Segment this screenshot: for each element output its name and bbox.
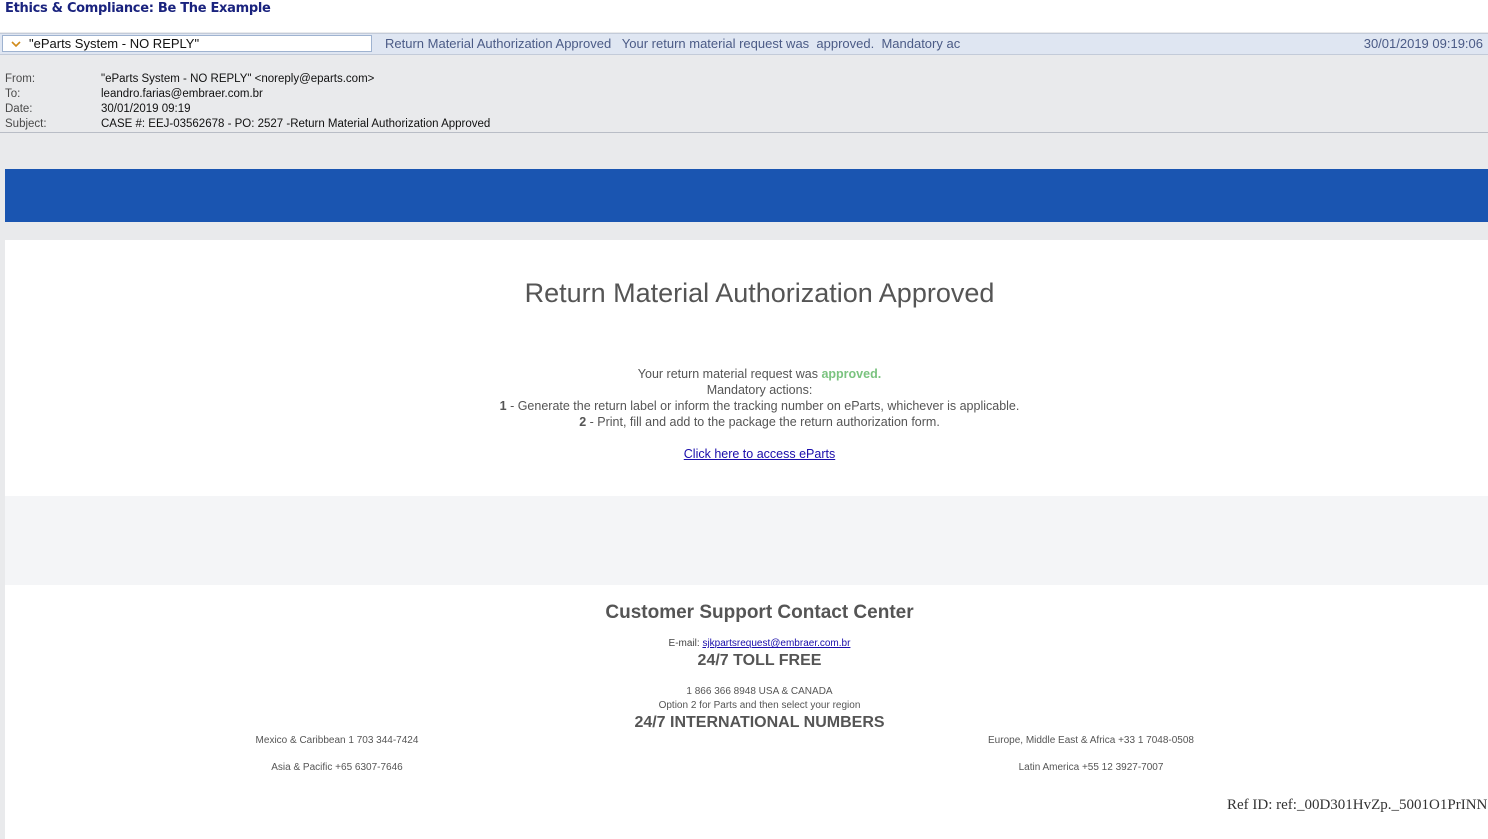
- status-line: Your return material request was approve…: [5, 366, 1488, 382]
- to-value[interactable]: leandro.farias@embraer.com.br: [101, 88, 263, 100]
- date-value: 30/01/2019 09:19: [101, 103, 191, 115]
- footer-email-line: E-mail: sjkpartsrequest@embraer.com.br: [5, 638, 1488, 649]
- international-heading: 24/7 INTERNATIONAL NUMBERS: [634, 714, 885, 731]
- subject-value: CASE #: EEJ-03562678 - PO: 2527 -Return …: [101, 118, 491, 130]
- email-headers: From: "eParts System - NO REPLY" <norepl…: [0, 70, 1488, 133]
- window-header: Ethics & Compliance: Be The Example: [0, 0, 1488, 32]
- action-item-2: 2 - Print, fill and add to the package t…: [5, 414, 1488, 430]
- from-label: From:: [5, 73, 36, 85]
- option-text: Option 2 for Parts and then select your …: [658, 700, 861, 711]
- email-title: Return Material Authorization Approved: [524, 278, 995, 308]
- reference-id: Ref ID: ref:_00D301HvZp._5001O1PrINN: [1227, 797, 1488, 813]
- eparts-link[interactable]: Click here to access eParts: [684, 447, 835, 461]
- message-preview: Return Material Authorization Approved Y…: [385, 36, 961, 51]
- message-sender: "eParts System - NO REPLY": [29, 36, 200, 51]
- mexico-number: Mexico & Caribbean 1 703 344-7424: [255, 735, 419, 746]
- status-prefix: Your return material request was: [637, 367, 822, 381]
- latam-number: Latin America +55 12 3927-7007: [1018, 762, 1164, 773]
- from-value[interactable]: "eParts System - NO REPLY" <noreply@epar…: [101, 73, 374, 85]
- message-datetime: 30/01/2019 09:19:06: [1363, 36, 1483, 51]
- footer-title: Customer Support Contact Center: [605, 602, 914, 623]
- chevron-down-icon[interactable]: [9, 37, 23, 51]
- europe-number: Europe, Middle East & Africa +33 1 7048-…: [988, 735, 1194, 746]
- asia-number: Asia & Pacific +65 6307-7646: [271, 762, 403, 773]
- support-email-link[interactable]: sjkpartsrequest@embraer.com.br: [702, 638, 850, 649]
- toll-free-number: 1 866 366 8948 USA & CANADA: [686, 686, 833, 697]
- message-list-row[interactable]: "eParts System - NO REPLY" Return Materi…: [0, 33, 1488, 55]
- mandatory-actions-label: Mandatory actions:: [706, 383, 813, 397]
- email-label: E-mail:: [668, 638, 703, 649]
- date-label: Date:: [5, 103, 33, 115]
- action-number: 1: [499, 399, 507, 413]
- action-item-1: 1 - Generate the return label or inform …: [5, 398, 1488, 414]
- action-text: - Generate the return label or inform th…: [506, 399, 1020, 413]
- subject-label: Subject:: [5, 118, 47, 130]
- email-body: Return Material Authorization Approved Y…: [5, 240, 1488, 496]
- window-title: Ethics & Compliance: Be The Example: [5, 1, 271, 16]
- email-footer: Customer Support Contact Center E-mail: …: [5, 585, 1488, 839]
- sender-field[interactable]: "eParts System - NO REPLY": [2, 35, 372, 52]
- toll-free-heading: 24/7 TOLL FREE: [697, 652, 822, 669]
- action-text: - Print, fill and add to the package the…: [586, 415, 940, 429]
- status-approved: approved.: [821, 367, 882, 381]
- email-banner: [5, 169, 1488, 222]
- to-label: To:: [5, 88, 21, 100]
- email-spacer: [5, 496, 1488, 585]
- email-message: Your return material request was approve…: [5, 366, 1488, 462]
